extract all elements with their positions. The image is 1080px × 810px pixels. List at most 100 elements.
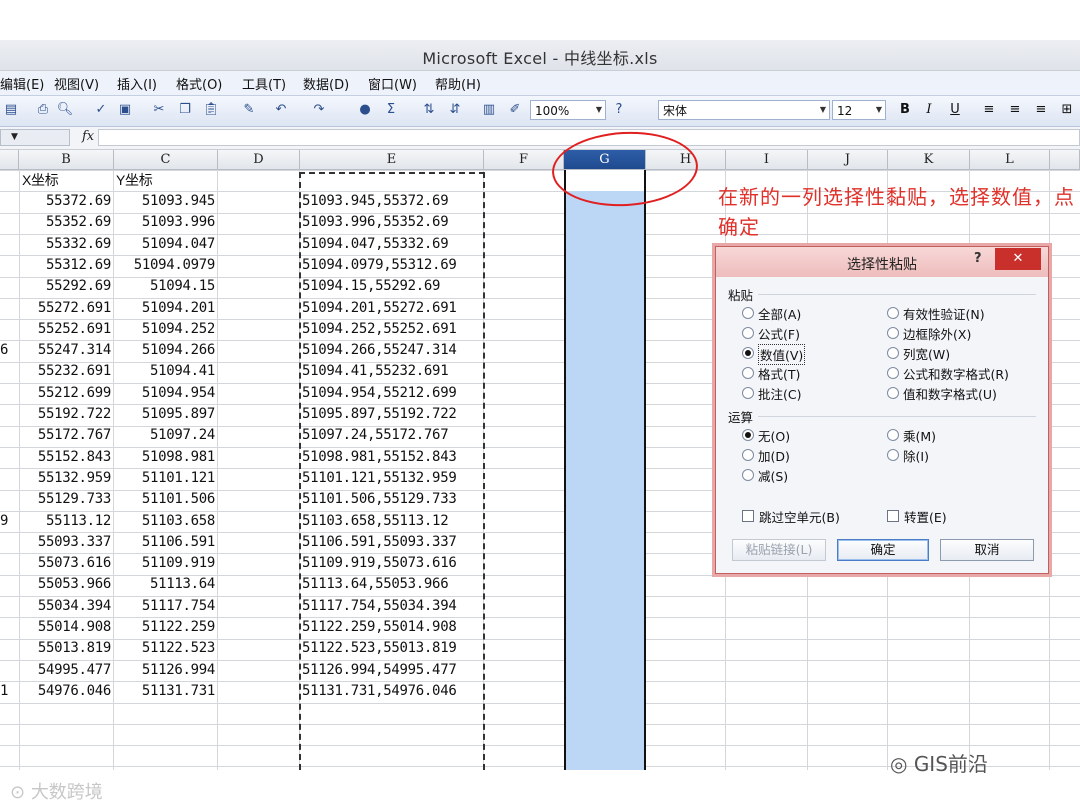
skip-blanks-checkbox[interactable] bbox=[742, 510, 754, 522]
cell-xy[interactable]: 51094.266,55247.314 bbox=[302, 340, 457, 361]
radio-formulas-number-formats[interactable] bbox=[887, 367, 899, 379]
zoom-select[interactable]: 100% ▼ bbox=[530, 100, 606, 120]
cell-y[interactable]: 51094.954 bbox=[113, 383, 215, 404]
cell-xy[interactable]: 51117.754,55034.394 bbox=[302, 596, 457, 617]
align-left-icon[interactable]: ≡ bbox=[980, 101, 998, 119]
cell-xy[interactable]: 51094.15,55292.69 bbox=[302, 276, 441, 297]
cell-xy[interactable]: 51126.994,54995.477 bbox=[302, 660, 457, 681]
cell-xy[interactable]: 51094.0979,55312.69 bbox=[302, 255, 457, 276]
cell-y[interactable]: 51093.996 bbox=[113, 212, 215, 233]
radio-comments[interactable] bbox=[742, 387, 754, 399]
cell-xy[interactable]: 51095.897,55192.722 bbox=[302, 404, 457, 425]
cell-x[interactable]: 55212.699 bbox=[19, 383, 111, 404]
chevron-down-icon[interactable]: ▼ bbox=[873, 101, 885, 119]
cell-xy[interactable]: 51094.201,55272.691 bbox=[302, 298, 457, 319]
menu-window[interactable]: 窗口(W) bbox=[368, 74, 417, 93]
cell-x[interactable]: 55247.314 bbox=[19, 340, 111, 361]
cell-x[interactable]: 55093.337 bbox=[19, 532, 111, 553]
radio-op-multiply[interactable] bbox=[887, 429, 899, 441]
cell-xy[interactable]: 51109.919,55073.616 bbox=[302, 553, 457, 574]
cell-xy[interactable]: 51113.64,55053.966 bbox=[302, 574, 449, 595]
radio-formats[interactable] bbox=[742, 367, 754, 379]
column-header-i[interactable]: I bbox=[726, 150, 808, 170]
underline-button[interactable]: U bbox=[946, 101, 964, 119]
cell-x[interactable]: 55252.691 bbox=[19, 319, 111, 340]
cell-y[interactable]: 51094.0979 bbox=[113, 255, 216, 276]
cell-y[interactable]: 51126.994 bbox=[113, 660, 215, 681]
radio-op-subtract-label[interactable]: 减(S) bbox=[758, 466, 788, 485]
cell-x[interactable]: 55272.691 bbox=[19, 298, 111, 319]
menu-view[interactable]: 视图(V) bbox=[54, 74, 99, 93]
cell-y[interactable]: 51094.41 bbox=[113, 361, 215, 382]
print-preview-icon[interactable]: 🔍︎ bbox=[56, 101, 74, 119]
cell-x[interactable]: 55292.69 bbox=[19, 276, 111, 297]
menu-insert[interactable]: 插入(I) bbox=[117, 74, 157, 93]
cell-y[interactable]: 51097.24 bbox=[113, 425, 215, 446]
radio-formulas[interactable] bbox=[742, 327, 754, 339]
radio-validation-label[interactable]: 有效性验证(N) bbox=[903, 304, 985, 323]
chevron-down-icon[interactable]: ▼ bbox=[593, 101, 605, 119]
row-number[interactable]: 6 bbox=[0, 340, 8, 361]
name-box[interactable]: ▼ bbox=[0, 129, 70, 146]
menu-format[interactable]: 格式(O) bbox=[176, 74, 222, 93]
cell-y[interactable]: 51117.754 bbox=[113, 596, 215, 617]
radio-values-number-formats[interactable] bbox=[887, 387, 899, 399]
cell-y[interactable]: 51094.15 bbox=[113, 276, 215, 297]
cell-xy[interactable]: 51098.981,55152.843 bbox=[302, 447, 457, 468]
cell-xy[interactable]: 51093.996,55352.69 bbox=[302, 212, 449, 233]
radio-formats-label[interactable]: 格式(T) bbox=[758, 364, 800, 383]
cell-xy[interactable]: 51122.259,55014.908 bbox=[302, 617, 457, 638]
radio-column-widths[interactable] bbox=[887, 347, 899, 359]
print-icon[interactable]: ▤ bbox=[2, 101, 20, 119]
radio-op-subtract[interactable] bbox=[742, 469, 754, 481]
select-all-corner[interactable] bbox=[0, 150, 19, 170]
cell-y[interactable]: 51094.047 bbox=[113, 234, 215, 255]
cell-y[interactable]: 51094.266 bbox=[113, 340, 215, 361]
cell-y[interactable]: 51094.252 bbox=[113, 319, 215, 340]
transpose-checkbox[interactable] bbox=[887, 510, 899, 522]
cell-x[interactable]: 55372.69 bbox=[19, 191, 111, 212]
cell-x[interactable]: 55013.819 bbox=[19, 638, 111, 659]
help-icon[interactable]: ? bbox=[610, 101, 628, 119]
cancel-button[interactable]: 取消 bbox=[940, 539, 1034, 561]
cell-x[interactable]: 54995.477 bbox=[19, 660, 111, 681]
hyperlink-icon[interactable]: ● bbox=[356, 101, 374, 119]
radio-comments-label[interactable]: 批注(C) bbox=[758, 384, 801, 403]
skip-blanks-label[interactable]: 跳过空单元(B) bbox=[759, 507, 840, 526]
menu-edit[interactable]: 编辑(E) bbox=[0, 74, 44, 93]
cell-y[interactable]: 51101.121 bbox=[113, 468, 215, 489]
cell-y[interactable]: 51109.919 bbox=[113, 553, 215, 574]
radio-values-label[interactable]: 数值(V) bbox=[758, 344, 806, 365]
radio-op-divide[interactable] bbox=[887, 449, 899, 461]
cell-xy[interactable]: 51094.954,55212.699 bbox=[302, 383, 457, 404]
cell-xy[interactable]: 51094.252,55252.691 bbox=[302, 319, 457, 340]
fx-icon[interactable]: fx bbox=[82, 129, 94, 144]
cell-y[interactable]: 51122.523 bbox=[113, 638, 215, 659]
column-header-e[interactable]: E bbox=[300, 150, 484, 170]
cell-xy[interactable]: 51094.41,55232.691 bbox=[302, 361, 449, 382]
research-icon[interactable]: ▣ bbox=[116, 101, 134, 119]
redo-icon[interactable]: ↷ bbox=[310, 101, 328, 119]
column-header-c[interactable]: C bbox=[114, 150, 218, 170]
radio-all-label[interactable]: 全部(A) bbox=[758, 304, 801, 323]
radio-all[interactable] bbox=[742, 307, 754, 319]
cell-x[interactable]: 55312.69 bbox=[19, 255, 111, 276]
cell-y[interactable]: 51093.945 bbox=[113, 191, 215, 212]
cell-x[interactable]: 55053.966 bbox=[19, 574, 111, 595]
radio-values[interactable] bbox=[742, 347, 754, 359]
cell-xy[interactable]: 51094.047,55332.69 bbox=[302, 234, 449, 255]
cell-xy[interactable]: 51101.121,55132.959 bbox=[302, 468, 457, 489]
cut-icon[interactable]: ✂ bbox=[150, 101, 168, 119]
radio-op-add-label[interactable]: 加(D) bbox=[758, 446, 790, 465]
column-header-j[interactable]: J bbox=[808, 150, 888, 170]
sort-ascending-icon[interactable]: ⇅ bbox=[420, 101, 438, 119]
align-right-icon[interactable]: ≡ bbox=[1032, 101, 1050, 119]
chart-icon[interactable]: ▥ bbox=[480, 101, 498, 119]
paste-link-button[interactable]: 粘贴链接(L) bbox=[732, 539, 826, 561]
column-header-m[interactable] bbox=[1050, 150, 1080, 170]
italic-button[interactable]: I bbox=[920, 101, 938, 119]
cell-xy[interactable]: 51101.506,55129.733 bbox=[302, 489, 457, 510]
cell-x[interactable]: 55172.767 bbox=[19, 425, 111, 446]
copy-icon[interactable]: ❐ bbox=[176, 101, 194, 119]
column-header-k[interactable]: K bbox=[888, 150, 970, 170]
